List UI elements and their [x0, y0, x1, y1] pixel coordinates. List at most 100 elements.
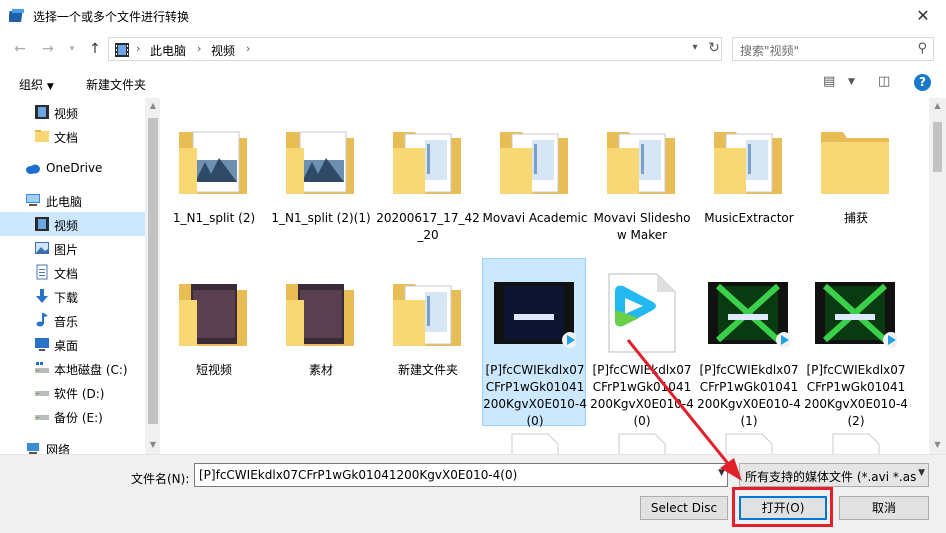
file-type-filter[interactable]: 所有支持的媒体文件 (*.avi *.as ▼ [739, 463, 929, 487]
sidebar-item-label: 软件 (D:) [54, 387, 105, 401]
search-input[interactable]: 搜索"视频" ⚲ [732, 37, 934, 61]
window-title: 选择一个或多个文件进行转换 [33, 10, 190, 24]
file-list: 1_N1_split (2) 1_N1_split (2)(1) 20200617_… [161, 98, 929, 454]
chevron-down-icon: ▼ [46, 82, 54, 92]
sidebar-item-documents[interactable]: 文档 [0, 260, 145, 284]
command-bar: 组织 ▼ 新建文件夹 ▤ ▼ ◫ ? [0, 68, 946, 98]
filename-value: [P]fcCWIEkdlx07CFrP1wGk01041200KgvX0E010… [199, 468, 518, 482]
drive-icon [35, 415, 49, 420]
file-name-label: 短视频 [195, 363, 232, 377]
preview-pane-icon[interactable]: ◫ [878, 74, 890, 89]
file-icon [832, 433, 880, 454]
breadcrumb-separator[interactable]: › [197, 42, 201, 55]
file-list-scroll-thumb[interactable] [933, 122, 942, 172]
address-bar[interactable]: › 此电脑 › 视频 › ▾ ↻ [108, 37, 722, 61]
sidebar-item-label: 本地磁盘 (C:) [54, 363, 128, 377]
video-thumbnail-icon [599, 270, 683, 354]
scroll-down-icon[interactable]: ▼ [929, 440, 946, 449]
address-row: ← → ▾ ↑ › 此电脑 › 视频 › ▾ ↻ 搜索"视频" ⚲ [0, 34, 946, 64]
sidebar-item-music[interactable]: 音乐 [0, 308, 145, 332]
video-folder-icon [115, 43, 129, 57]
filename-label: 文件名(N): [131, 472, 190, 486]
up-button[interactable]: ↑ [85, 40, 105, 58]
recent-locations-button[interactable]: ▾ [62, 40, 82, 58]
forward-arrow-icon: → [42, 41, 54, 57]
folder-icon [278, 118, 362, 202]
back-arrow-icon: ← [14, 41, 26, 57]
folder-icon [278, 270, 362, 354]
close-icon: ✕ [916, 6, 930, 25]
scroll-up-icon[interactable]: ▲ [145, 101, 160, 110]
file-name-label: MusicExtractor [704, 211, 794, 225]
pictures-icon [35, 242, 49, 254]
view-options-icon[interactable]: ▤ [823, 74, 835, 89]
desktop-icon [35, 338, 49, 351]
file-icon [725, 433, 773, 454]
sidebar-item-desktop[interactable]: 桌面 [0, 332, 145, 356]
video-thumbnail-icon [813, 270, 899, 354]
video-folder-icon [35, 105, 49, 119]
breadcrumb-this-pc[interactable]: 此电脑 [150, 42, 186, 59]
sidebar-item-documents-quick[interactable]: 文档 [0, 124, 145, 148]
file-name-label: 捕获 [843, 211, 868, 225]
sidebar-item-downloads[interactable]: 下载 [0, 284, 145, 308]
sidebar-item-drive-e[interactable]: 备份 (E:) [0, 404, 145, 428]
sidebar-item-drive-d[interactable]: 软件 (D:) [0, 380, 145, 404]
folder-icon [599, 118, 683, 202]
folder-icon [385, 270, 469, 354]
up-arrow-icon: ↑ [89, 41, 101, 57]
music-icon [36, 313, 48, 327]
file-name-label: [P]fcCWIEkdlx07CFrP1wGk01041200KgvX0E010… [590, 363, 694, 428]
back-button[interactable]: ← [10, 40, 30, 58]
address-dropdown-button[interactable]: ▾ [687, 42, 703, 53]
chevron-down-icon: ▼ [918, 468, 925, 478]
sidebar-scrollbar[interactable]: ▲ ▼ [145, 98, 160, 454]
sidebar-item-onedrive[interactable]: OneDrive [0, 156, 145, 180]
file-list-scrollbar[interactable]: ▲ ▼ [929, 98, 946, 454]
select-disc-button[interactable]: Select Disc [640, 496, 728, 520]
sidebar-item-videos-quick[interactable]: 视频 [0, 100, 145, 124]
help-icon[interactable]: ? [914, 74, 931, 91]
search-icon: ⚲ [917, 41, 927, 56]
chevron-down-icon[interactable]: ▼ [718, 468, 725, 478]
sidebar-item-label: 文档 [54, 131, 79, 145]
folder-icon [706, 118, 790, 202]
file-name-label: 新建文件夹 [397, 363, 458, 377]
sidebar-item-drive-c[interactable]: 本地磁盘 (C:) [0, 356, 145, 380]
file-name-label: 1_N1_split (2) [172, 211, 256, 225]
sidebar-item-this-pc[interactable]: 此电脑 [0, 188, 145, 212]
breadcrumb-separator[interactable]: › [246, 42, 250, 55]
sidebar-item-network[interactable]: 网络 [0, 436, 145, 454]
folder-icon [171, 118, 255, 202]
sidebar-scroll-thumb[interactable] [148, 118, 158, 424]
refresh-icon[interactable]: ↻ [705, 40, 723, 56]
navigation-pane: 视频 文档 OneDrive 此电脑 视频 图片 文档 下载 音乐 桌面 本地磁… [0, 98, 160, 454]
scroll-up-icon[interactable]: ▲ [929, 101, 946, 110]
sidebar-item-label: 网络 [46, 443, 71, 454]
file-name-label: Movavi Academic [482, 211, 588, 225]
file-name-label: [P]fcCWIEkdlx07CFrP1wGk01041200KgvX0E010… [804, 363, 908, 428]
sidebar-item-label: 视频 [54, 219, 79, 233]
chevron-down-icon[interactable]: ▼ [848, 77, 855, 87]
file-name-label: [P]fcCWIEkdlx07CFrP1wGk01041200KgvX0E010… [697, 363, 801, 428]
sidebar-item-pictures[interactable]: 图片 [0, 236, 145, 260]
folder-icon [385, 118, 469, 202]
breadcrumb-videos[interactable]: 视频 [211, 42, 235, 59]
file-name-label: 20200617_17_42_20 [376, 211, 480, 242]
sidebar-item-videos[interactable]: 视频 [0, 212, 145, 236]
network-icon [27, 443, 39, 454]
highlight-box [732, 487, 833, 527]
cancel-button[interactable]: 取消 [839, 496, 929, 520]
file-name-label: [P]fcCWIEkdlx07CFrP1wGk01041200KgvX0E010… [483, 363, 587, 428]
forward-button[interactable]: → [38, 40, 58, 58]
breadcrumb-separator[interactable]: › [136, 42, 140, 55]
drive-icon [35, 391, 49, 396]
filename-input[interactable]: [P]fcCWIEkdlx07CFrP1wGk01041200KgvX0E010… [194, 463, 728, 487]
new-folder-button[interactable]: 新建文件夹 [86, 76, 146, 93]
organize-menu[interactable]: 组织 ▼ [19, 76, 54, 93]
video-folder-icon [35, 217, 49, 231]
folder-icon [171, 270, 255, 354]
scroll-down-icon[interactable]: ▼ [145, 440, 160, 449]
download-icon [36, 289, 48, 303]
close-button[interactable]: ✕ [900, 0, 946, 31]
